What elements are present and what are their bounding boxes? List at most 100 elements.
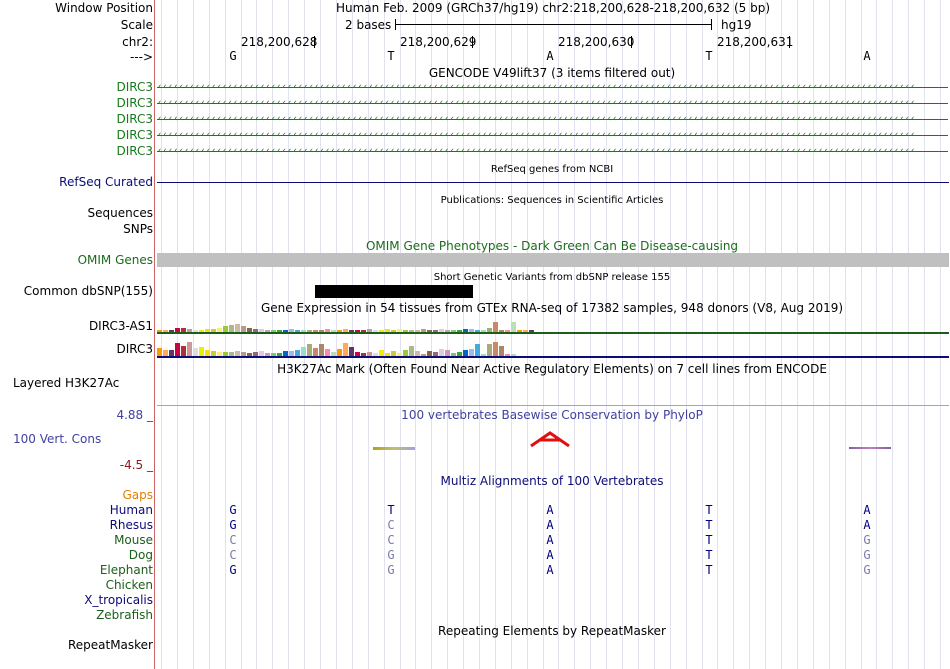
phylop-min-label: -4.5 _ — [119, 458, 153, 472]
alignment-base: A — [863, 518, 871, 532]
gtex-tissue-bar[interactable] — [493, 342, 498, 356]
gencode-transcript-5[interactable]: ‹‹‹‹‹‹‹‹‹‹‹‹‹‹‹‹‹‹‹‹‹‹‹‹‹‹‹‹‹‹‹‹‹‹‹‹‹‹‹‹… — [157, 148, 948, 155]
conservation-peak-arrow — [530, 431, 570, 448]
gtex-dirc3-as1-baseline — [157, 332, 949, 334]
gencode-transcript-3[interactable]: ‹‹‹‹‹‹‹‹‹‹‹‹‹‹‹‹‹‹‹‹‹‹‹‹‹‹‹‹‹‹‹‹‹‹‹‹‹‹‹‹… — [157, 116, 948, 123]
label-species-xtropicalis: X_tropicalis — [84, 593, 153, 607]
gtex-track-title: Gene Expression in 54 tissues from GTEx … — [260, 301, 844, 315]
gtex-tissue-bar[interactable] — [409, 346, 414, 356]
track-label-gtex-dirc3[interactable]: DIRC3 — [116, 342, 153, 357]
scale-bar — [395, 24, 711, 25]
gencode-transcript-4[interactable]: ‹‹‹‹‹‹‹‹‹‹‹‹‹‹‹‹‹‹‹‹‹‹‹‹‹‹‹‹‹‹‹‹‹‹‹‹‹‹‹‹… — [157, 132, 948, 139]
refseq-track-title: RefSeq genes from NCBI — [490, 164, 614, 175]
track-label-conservation[interactable]: 100 Vert. Cons — [13, 432, 101, 447]
coord-tick-3 — [631, 36, 632, 48]
gtex-tissue-bar[interactable] — [199, 347, 204, 356]
gtex-tissue-bar[interactable] — [511, 322, 516, 332]
alignment-base: T — [705, 533, 713, 547]
h3k27ac-track-title: H3K27Ac Mark (Often Found Near Active Re… — [277, 362, 827, 376]
gtex-tissue-bar[interactable] — [157, 348, 162, 356]
track-label-refseq[interactable]: RefSeq Curated — [59, 175, 153, 190]
gtex-dirc3-as1-bars[interactable] — [157, 315, 537, 332]
ref-base-4: T — [705, 49, 713, 63]
alignment-base: A — [546, 563, 554, 577]
gtex-tissue-bar[interactable] — [337, 349, 342, 356]
gtex-tissue-bar[interactable] — [229, 325, 234, 332]
gtex-tissue-bar[interactable] — [475, 344, 480, 356]
alignment-base: G — [387, 548, 395, 562]
coord-3: 218,200,630 — [558, 35, 635, 49]
gtex-tissue-bar[interactable] — [325, 349, 330, 356]
alignment-base: G — [863, 533, 871, 547]
alignment-base: G — [229, 503, 237, 517]
gtex-dirc3-bars[interactable] — [157, 337, 537, 356]
gtex-tissue-bar[interactable] — [301, 347, 306, 356]
gtex-tissue-bar[interactable] — [439, 349, 444, 356]
gtex-tissue-bar[interactable] — [487, 344, 492, 356]
alignment-base: A — [863, 503, 871, 517]
gtex-tissue-bar[interactable] — [493, 322, 498, 332]
coord-2: 218,200,629 — [400, 35, 477, 49]
gtex-tissue-bar[interactable] — [349, 347, 354, 356]
alignment-base: T — [705, 503, 713, 517]
track-label-gencode-2[interactable]: DIRC3 — [116, 96, 153, 111]
dbsnp-variant[interactable] — [315, 285, 473, 298]
gtex-tissue-bar[interactable] — [235, 324, 240, 332]
alignment-base: A — [546, 548, 554, 562]
phylop-track-title: 100 vertebrates Basewise Conservation by… — [401, 408, 703, 422]
label-species-elephant: Elephant — [99, 563, 153, 577]
dbsnp-track-title: Short Genetic Variants from dbSNP releas… — [433, 272, 671, 283]
gtex-tissue-bar[interactable] — [313, 348, 318, 356]
gtex-tissue-bar[interactable] — [319, 344, 324, 356]
track-label-gencode-4[interactable]: DIRC3 — [116, 128, 153, 143]
track-label-snps[interactable]: SNPs — [123, 222, 153, 237]
track-label-gencode-1[interactable]: DIRC3 — [116, 80, 153, 95]
h3k27ac-baseline — [157, 405, 949, 406]
track-label-h3k27ac[interactable]: Layered H3K27Ac — [13, 376, 119, 391]
gtex-tissue-bar[interactable] — [343, 343, 348, 356]
label-species-dog: Dog — [128, 548, 153, 562]
gtex-tissue-bar[interactable] — [181, 346, 186, 356]
label-species-chicken: Chicken — [105, 578, 153, 592]
alignment-base: T — [705, 563, 713, 577]
gtex-dirc3-baseline — [157, 356, 949, 358]
gencode-transcript-2[interactable]: ‹‹‹‹‹‹‹‹‹‹‹‹‹‹‹‹‹‹‹‹‹‹‹‹‹‹‹‹‹‹‹‹‹‹‹‹‹‹‹‹… — [157, 100, 948, 107]
alignment-base: G — [387, 563, 395, 577]
label-strand: ---> — [129, 50, 153, 64]
omim-gene-bar[interactable] — [157, 253, 949, 267]
track-label-sequences[interactable]: Sequences — [88, 206, 153, 221]
phylop-max-label: 4.88 _ — [116, 408, 153, 422]
ref-base-2: T — [387, 49, 395, 63]
alignment-base: A — [546, 533, 554, 547]
ref-base-1: G — [229, 49, 237, 63]
ref-base-3: A — [546, 49, 554, 63]
gtex-tissue-bar[interactable] — [499, 346, 504, 356]
track-label-repeatmasker[interactable]: RepeatMasker — [68, 638, 153, 653]
label-scale: Scale — [120, 18, 153, 32]
gencode-transcript-1[interactable]: ‹‹‹‹‹‹‹‹‹‹‹‹‹‹‹‹‹‹‹‹‹‹‹‹‹‹‹‹‹‹‹‹‹‹‹‹‹‹‹‹… — [157, 84, 948, 91]
gtex-tissue-bar[interactable] — [175, 343, 180, 356]
scale-text: 2 bases — [345, 18, 392, 32]
label-species-zebrafish: Zebrafish — [96, 608, 153, 622]
track-label-dbsnp[interactable]: Common dbSNP(155) — [24, 284, 153, 299]
alignment-base: G — [229, 518, 237, 532]
track-label-gencode-5[interactable]: DIRC3 — [116, 144, 153, 159]
refseq-gene-line[interactable] — [157, 182, 949, 183]
gtex-tissue-bar[interactable] — [193, 348, 198, 356]
track-label-gencode-3[interactable]: DIRC3 — [116, 112, 153, 127]
label-species-rhesus: Rhesus — [109, 518, 153, 532]
label-species-human: Human — [109, 503, 153, 517]
alignment-base: A — [546, 503, 554, 517]
multiz-track-title: Multiz Alignments of 100 Vertebrates — [440, 474, 664, 488]
rmsk-track-title: Repeating Elements by RepeatMasker — [438, 624, 666, 638]
track-label-omim[interactable]: OMIM Genes — [78, 253, 153, 268]
gtex-tissue-bar[interactable] — [187, 342, 192, 356]
alignment-base: A — [546, 518, 554, 532]
alignment-base: G — [863, 548, 871, 562]
track-label-gtex-dirc3-as1[interactable]: DIRC3-AS1 — [89, 319, 153, 334]
gencode-track-title: GENCODE V49lift37 (3 items filtered out) — [428, 66, 676, 80]
gtex-tissue-bar[interactable] — [469, 349, 474, 356]
alignment-base: C — [387, 533, 395, 547]
coord-4: 218,200,631 — [717, 35, 794, 49]
gtex-tissue-bar[interactable] — [307, 344, 312, 356]
